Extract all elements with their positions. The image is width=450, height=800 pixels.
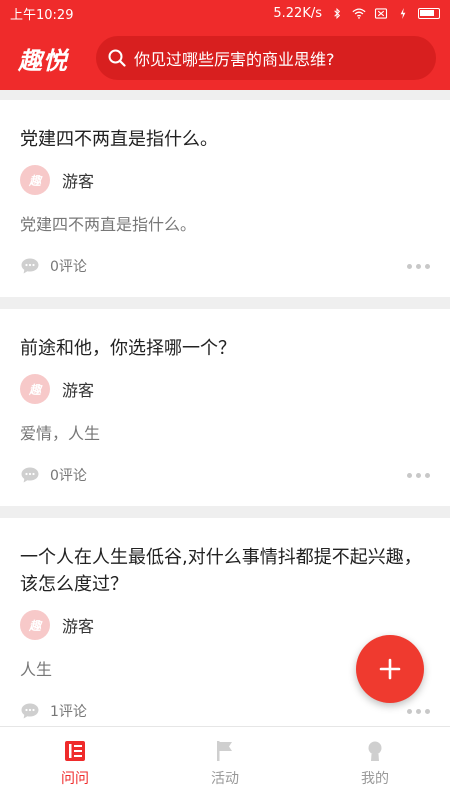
more-icon[interactable] bbox=[407, 708, 430, 714]
nav-label: 我的 bbox=[361, 770, 389, 787]
question-card[interactable]: 党建四不两直是指什么。 趣 游客 党建四不两直是指什么。 0评论 bbox=[0, 100, 450, 297]
nav-tab-activity[interactable]: 活动 bbox=[150, 727, 300, 800]
author-row: 趣 游客 bbox=[20, 374, 430, 404]
comment-icon[interactable] bbox=[20, 257, 40, 275]
avatar[interactable]: 趣 bbox=[20, 165, 50, 195]
comment-icon[interactable] bbox=[20, 466, 40, 484]
avatar[interactable]: 趣 bbox=[20, 374, 50, 404]
comment-icon[interactable] bbox=[20, 702, 40, 720]
more-icon[interactable] bbox=[407, 263, 430, 269]
nav-label: 问问 bbox=[61, 770, 89, 787]
add-question-button[interactable] bbox=[356, 635, 424, 703]
flag-icon bbox=[217, 740, 232, 761]
bottom-nav: 问问 活动 我的 bbox=[0, 726, 450, 800]
question-summary: 爱情，人生 bbox=[20, 424, 101, 443]
more-icon[interactable] bbox=[407, 472, 430, 478]
question-title[interactable]: 一个人在人生最低谷,对什么事情抖都提不起兴趣，该怎么度过？ bbox=[20, 518, 430, 598]
user-icon bbox=[368, 741, 382, 761]
author-name: 游客 bbox=[62, 381, 95, 400]
status-time: 上午10:29 bbox=[10, 7, 74, 23]
bluetooth-icon bbox=[334, 7, 341, 19]
nav-tab-ask[interactable]: 问问 bbox=[0, 727, 150, 800]
battery-icon bbox=[418, 7, 440, 19]
question-card[interactable]: 前途和他，你选择哪一个？ 趣 游客 爱情，人生 0评论 bbox=[0, 309, 450, 506]
wifi-icon bbox=[352, 8, 366, 19]
charging-icon bbox=[400, 7, 406, 19]
search-bar[interactable]: 你见过哪些厉害的商业思维? bbox=[96, 36, 436, 80]
sim-icon bbox=[374, 7, 388, 19]
author-row: 趣 游客 bbox=[20, 610, 430, 640]
nav-label: 活动 bbox=[211, 770, 239, 787]
question-title[interactable]: 党建四不两直是指什么。 bbox=[20, 100, 430, 153]
search-icon bbox=[108, 49, 126, 67]
question-summary: 党建四不两直是指什么。 bbox=[20, 215, 197, 234]
network-speed: 5.22K/s bbox=[273, 5, 322, 21]
book-icon bbox=[65, 740, 85, 761]
author-name: 游客 bbox=[62, 617, 95, 636]
comment-count[interactable]: 1评论 bbox=[50, 701, 407, 721]
card-footer: 0评论 bbox=[20, 444, 430, 506]
comment-count[interactable]: 0评论 bbox=[50, 256, 407, 276]
comment-count[interactable]: 0评论 bbox=[50, 465, 407, 485]
avatar[interactable]: 趣 bbox=[20, 610, 50, 640]
plus-icon bbox=[379, 658, 401, 680]
question-title[interactable]: 前途和他，你选择哪一个？ bbox=[20, 309, 430, 362]
status-bar: 上午10:29 5.22K/s bbox=[0, 0, 450, 26]
author-row: 趣 游客 bbox=[20, 165, 430, 195]
nav-tab-mine[interactable]: 我的 bbox=[300, 727, 450, 800]
author-name: 游客 bbox=[62, 172, 95, 191]
app-bar: 趣悦 你见过哪些厉害的商业思维? bbox=[0, 26, 450, 90]
search-placeholder: 你见过哪些厉害的商业思维? bbox=[134, 50, 335, 69]
card-footer: 0评论 bbox=[20, 235, 430, 297]
app-logo: 趣悦 bbox=[18, 46, 68, 75]
question-card[interactable]: 一个人在人生最低谷,对什么事情抖都提不起兴趣，该怎么度过？ 趣 游客 人生 1评… bbox=[0, 518, 450, 742]
